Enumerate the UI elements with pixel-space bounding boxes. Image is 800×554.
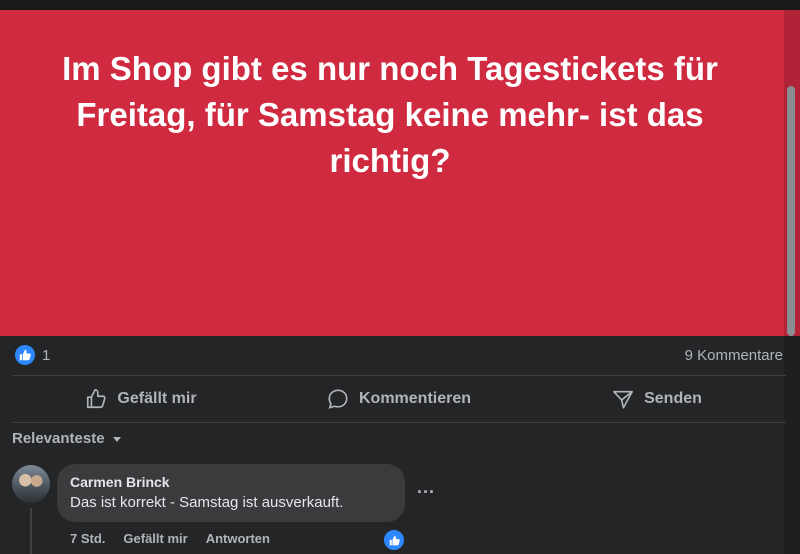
comment-bubble: Carmen Brinck Das ist korrekt - Samstag … bbox=[57, 464, 405, 522]
avatar[interactable] bbox=[12, 465, 50, 503]
comment-reaction-badge[interactable] bbox=[382, 528, 406, 552]
top-strip bbox=[0, 0, 800, 10]
comment-reply-link[interactable]: Antworten bbox=[206, 531, 270, 546]
divider bbox=[12, 422, 786, 423]
thread-line bbox=[30, 508, 32, 554]
thumbs-up-outline-icon bbox=[87, 389, 107, 409]
thumbs-up-icon bbox=[389, 535, 400, 545]
comment-author[interactable]: Carmen Brinck bbox=[70, 474, 170, 490]
action-bar: Gefällt mir Kommentieren Senden bbox=[12, 377, 786, 421]
scrollbar-track[interactable] bbox=[784, 10, 800, 554]
sort-dropdown[interactable]: Relevanteste bbox=[12, 430, 123, 447]
share-button[interactable]: Senden bbox=[528, 377, 786, 421]
like-button[interactable]: Gefällt mir bbox=[12, 377, 270, 421]
like-button-label: Gefällt mir bbox=[117, 390, 197, 407]
send-icon bbox=[613, 390, 634, 409]
like-count[interactable]: 1 bbox=[42, 347, 50, 364]
post-text: Im Shop gibt es nur noch Tagestickets fü… bbox=[62, 50, 718, 179]
post-banner: Im Shop gibt es nur noch Tagestickets fü… bbox=[0, 10, 800, 336]
comments-count[interactable]: 9 Kommentare bbox=[685, 347, 783, 364]
more-horizontal-icon[interactable]: ··· bbox=[417, 482, 435, 503]
divider bbox=[12, 375, 786, 376]
comment-meta: 7 Std. Gefällt mir Antworten bbox=[70, 531, 270, 546]
comment-button[interactable]: Kommentieren bbox=[270, 377, 528, 421]
scrollbar-thumb[interactable] bbox=[787, 86, 795, 336]
comment-text: Das ist korrekt - Samstag ist ausverkauf… bbox=[70, 494, 344, 511]
share-button-label: Senden bbox=[644, 390, 702, 407]
comment-time[interactable]: 7 Std. bbox=[70, 531, 105, 546]
comment-like-link[interactable]: Gefällt mir bbox=[123, 531, 187, 546]
caret-down-icon bbox=[112, 436, 121, 442]
thumbs-up-icon[interactable] bbox=[15, 345, 35, 365]
comment-button-label: Kommentieren bbox=[358, 390, 472, 407]
sort-label: Relevanteste bbox=[12, 430, 105, 447]
speech-bubble-icon bbox=[328, 389, 348, 409]
post-stats: 1 9 Kommentare bbox=[12, 341, 786, 371]
